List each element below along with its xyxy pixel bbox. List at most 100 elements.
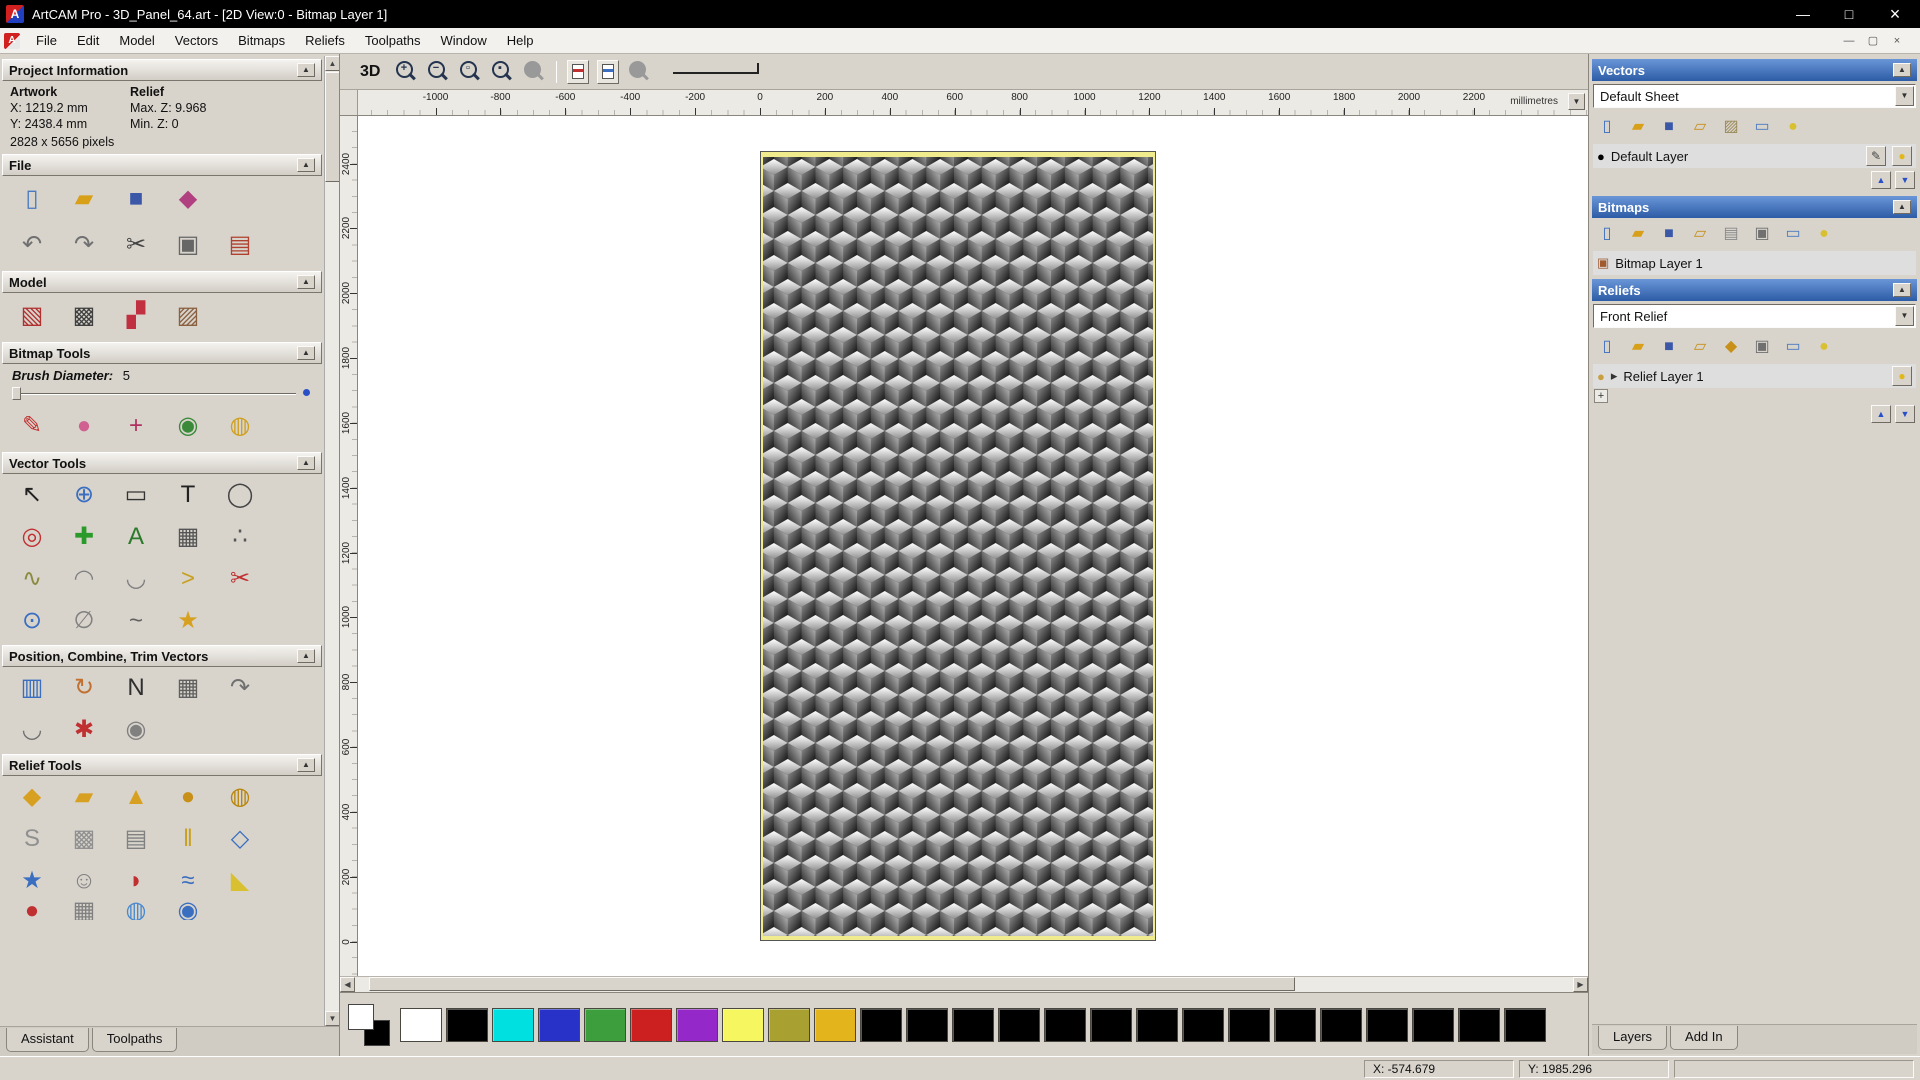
menu-model[interactable]: Model (109, 29, 164, 52)
paint-selective-icon[interactable]: ● (64, 408, 104, 444)
palette-swatch[interactable] (630, 1008, 672, 1042)
palette-icon[interactable]: ◉ (168, 408, 208, 444)
menu-edit[interactable]: Edit (67, 29, 109, 52)
cut-icon[interactable]: ✂ (116, 227, 156, 263)
vector-visibility-toggle[interactable] (597, 60, 619, 84)
move-layer-down-button[interactable]: ▼ (1895, 171, 1915, 189)
palette-swatch[interactable] (1320, 1008, 1362, 1042)
palette-swatch[interactable] (1136, 1008, 1178, 1042)
colour-picker-icon[interactable]: + (116, 408, 156, 444)
new-bitmap-layer-icon[interactable]: ▯ (1593, 221, 1621, 247)
collapse-section-icon[interactable]: ▲ (297, 346, 315, 360)
snap-toggle-icon[interactable]: ◎ (12, 519, 52, 555)
menu-reliefs[interactable]: Reliefs (295, 29, 355, 52)
move-layer-up-button[interactable]: ▲ (1871, 405, 1891, 423)
close-button[interactable]: × (1876, 3, 1914, 25)
zoom-window-icon[interactable]: ▫ (458, 59, 482, 85)
palette-swatch[interactable] (814, 1008, 856, 1042)
tab-assistant[interactable]: Assistant (6, 1028, 89, 1052)
text-tool-icon[interactable]: A (116, 519, 156, 555)
relief-selector[interactable]: Front Relief ▼ (1593, 304, 1916, 328)
section-header-relief-tools[interactable]: Relief Tools ▲ (2, 754, 322, 776)
slider-handle[interactable] (12, 387, 21, 400)
open-model-icon[interactable]: ▰ (64, 181, 104, 217)
texture-relief-icon[interactable]: ◍ (220, 779, 260, 815)
minimize-button[interactable]: — (1784, 3, 1822, 25)
export-vectors-icon[interactable]: ▨ (1717, 114, 1745, 140)
menu-window[interactable]: Window (431, 29, 497, 52)
two-rail-sweep-icon[interactable]: ‖ (168, 821, 208, 857)
canvas-2d-view[interactable] (358, 116, 1588, 976)
trim-vectors-icon[interactable]: ✂ (220, 561, 260, 597)
section-header-position-combine-trim[interactable]: Position, Combine, Trim Vectors ▲ (2, 645, 322, 667)
layer-visibility-icon[interactable]: ● (1892, 146, 1912, 166)
fit-curve-icon[interactable]: ~ (116, 603, 156, 639)
palette-swatch[interactable] (1090, 1008, 1132, 1042)
palette-swatch[interactable] (722, 1008, 764, 1042)
import-bitmap-icon[interactable]: ▱ (1686, 221, 1714, 247)
palette-swatch[interactable] (446, 1008, 488, 1042)
weld-vectors-icon[interactable]: ✱ (64, 712, 104, 748)
menu-bitmaps[interactable]: Bitmaps (228, 29, 295, 52)
collapse-section-icon[interactable]: ▲ (297, 275, 315, 289)
create-rectangle-icon[interactable]: ▭ (116, 477, 156, 513)
shape-editor-icon[interactable]: ▲ (116, 779, 156, 815)
save-relief-layer-icon[interactable]: ■ (1655, 334, 1683, 360)
delete-relief-layer-icon[interactable]: ▭ (1779, 334, 1807, 360)
circular-array-icon[interactable]: ↻ (64, 670, 104, 706)
palette-swatch[interactable] (1366, 1008, 1408, 1042)
layer-visibility-icon[interactable]: ● (1892, 366, 1912, 386)
mdi-restore-button[interactable]: ▢ (1862, 32, 1884, 50)
face-wizard-icon[interactable]: ☺ (64, 863, 104, 899)
scroll-up-button[interactable]: ▲ (325, 56, 339, 71)
mdi-close-button[interactable]: × (1886, 32, 1908, 50)
menu-toolpaths[interactable]: Toolpaths (355, 29, 431, 52)
import-model-icon[interactable]: ◆ (168, 181, 208, 217)
tab-add-in[interactable]: Add In (1670, 1026, 1738, 1050)
flood-fill-icon[interactable]: ◍ (220, 408, 260, 444)
load-bitmap-icon[interactable]: ▨ (168, 298, 208, 334)
weave-wizard-icon[interactable]: ▩ (64, 821, 104, 857)
save-vector-layer-icon[interactable]: ■ (1655, 114, 1683, 140)
section-header-project-information[interactable]: Project Information ▲ (2, 59, 322, 81)
scrollbar-track[interactable] (355, 977, 1573, 992)
turn-model-icon[interactable]: ● (12, 902, 52, 920)
mdi-minimize-button[interactable]: — (1838, 32, 1860, 50)
create-polyline-icon[interactable]: ∿ (12, 561, 52, 597)
palette-swatch[interactable] (860, 1008, 902, 1042)
palette-swatch[interactable] (1412, 1008, 1454, 1042)
palette-swatch[interactable] (400, 1008, 442, 1042)
sculpt-relief-icon[interactable]: ◆ (12, 779, 52, 815)
smooth-relief-icon[interactable]: ▰ (64, 779, 104, 815)
move-layer-up-button[interactable]: ▲ (1871, 171, 1891, 189)
block-array-icon[interactable]: ▦ (168, 670, 208, 706)
zoom-scale-icon[interactable]: 1 (522, 59, 546, 85)
palette-swatch[interactable] (538, 1008, 580, 1042)
new-relief-layer-icon[interactable]: ▯ (1593, 334, 1621, 360)
duplicate-relief-icon[interactable]: ▣ (1748, 334, 1776, 360)
collapse-section-icon[interactable]: ▲ (1893, 283, 1911, 297)
relief-layer-item[interactable]: ● ▸ Relief Layer 1 ● (1593, 364, 1916, 388)
zoom-fit-icon[interactable]: ▪ (490, 59, 514, 85)
scroll-left-button[interactable]: ◀ (340, 977, 355, 992)
menu-file[interactable]: File (26, 29, 67, 52)
horizontal-scrollbar[interactable]: ◀ ▶ (340, 976, 1588, 992)
zoom-in-icon[interactable]: + (394, 59, 418, 85)
align-vectors-icon[interactable]: ▥ (12, 670, 52, 706)
create-star-icon[interactable]: ★ (168, 603, 208, 639)
merge-bitmap-icon[interactable]: ▤ (1717, 221, 1745, 247)
collapse-section-icon[interactable]: ▲ (297, 758, 315, 772)
section-header-model[interactable]: Model ▲ (2, 271, 322, 293)
open-relief-layer-icon[interactable]: ▰ (1624, 334, 1652, 360)
open-bitmap-layer-icon[interactable]: ▰ (1624, 221, 1652, 247)
edit-layer-icon[interactable]: ✎ (1866, 146, 1886, 166)
section-header-bitmap-tools[interactable]: Bitmap Tools ▲ (2, 342, 322, 364)
scrollbar-thumb[interactable] (369, 977, 1295, 991)
dome-relief-icon[interactable]: ◍ (116, 902, 156, 920)
scroll-right-button[interactable]: ▶ (1573, 977, 1588, 992)
open-vector-layer-icon[interactable]: ▰ (1624, 114, 1652, 140)
new-model-icon[interactable]: ▯ (12, 181, 52, 217)
offset-vectors-icon[interactable]: ⊙ (12, 603, 52, 639)
create-dot-pattern-icon[interactable]: ∴ (220, 519, 260, 555)
palette-swatch[interactable] (676, 1008, 718, 1042)
